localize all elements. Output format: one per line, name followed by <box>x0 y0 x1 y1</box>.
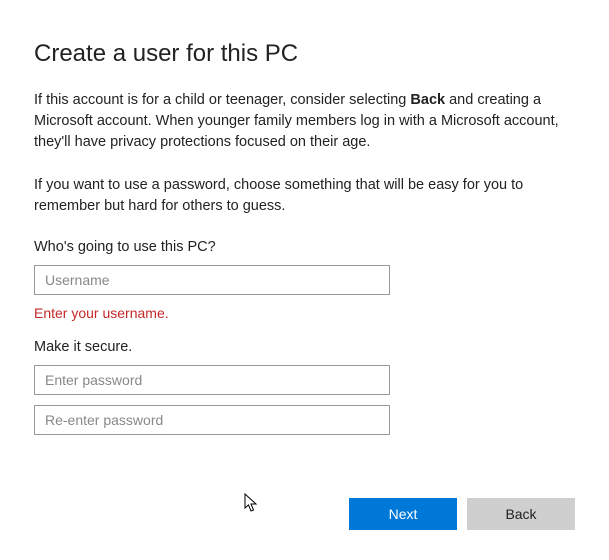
next-button[interactable]: Next <box>349 498 457 530</box>
username-error: Enter your username. <box>34 305 575 321</box>
username-input[interactable] <box>34 265 390 295</box>
para1-bold: Back <box>410 92 445 108</box>
password-input[interactable] <box>34 365 390 395</box>
page-title: Create a user for this PC <box>34 40 575 68</box>
footer-buttons: Next Back <box>349 498 575 530</box>
info-paragraph-1: If this account is for a child or teenag… <box>34 90 575 153</box>
password-section-label: Make it secure. <box>34 339 575 355</box>
info-paragraph-2: If you want to use a password, choose so… <box>34 175 575 217</box>
back-button[interactable]: Back <box>467 498 575 530</box>
confirm-password-input[interactable] <box>34 405 390 435</box>
username-section-label: Who's going to use this PC? <box>34 239 575 255</box>
para1-pre: If this account is for a child or teenag… <box>34 92 410 108</box>
cursor-icon <box>244 493 260 517</box>
